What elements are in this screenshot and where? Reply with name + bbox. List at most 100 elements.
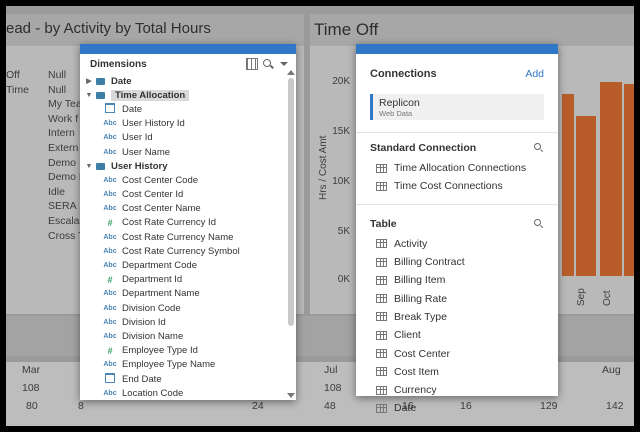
y-tick: 5K — [337, 226, 350, 237]
panel-accent-bar — [80, 44, 296, 54]
y-tick: 15K — [332, 126, 350, 137]
view-grid-icon[interactable] — [246, 58, 258, 70]
table-item[interactable]: Cost Item — [356, 363, 558, 381]
table-item[interactable]: Date — [356, 399, 558, 417]
month-label: Oct — [602, 290, 613, 306]
dimension-field[interactable]: Abc Division Code — [80, 301, 285, 315]
connections-title: Connections — [370, 68, 437, 80]
dimension-label: Department Name — [122, 288, 200, 300]
table-item[interactable]: Currency — [356, 381, 558, 399]
table-label: Date — [394, 402, 417, 415]
table-label: Activity — [394, 237, 428, 250]
table-label: Break Type — [394, 310, 447, 323]
string-type-icon: Abc — [103, 290, 117, 298]
dimension-label: Cost Rate Currency Symbol — [122, 245, 240, 257]
bar-mark — [562, 94, 574, 276]
dimension-field[interactable]: Abc User Name — [80, 145, 285, 159]
screenshot-frame: ead - by Activity by Total Hours Off Time… — [6, 6, 634, 426]
folder-icon — [96, 77, 105, 85]
dimensions-scrollbar[interactable] — [288, 78, 294, 326]
dimension-field[interactable]: Abc Division Id — [80, 315, 285, 329]
collapse-arrow-icon[interactable]: ▼ — [84, 92, 94, 99]
dimension-label: Date — [122, 103, 143, 115]
dimension-field[interactable]: Abc Department Name — [80, 287, 285, 301]
table-cell: 108 — [324, 382, 342, 394]
dropdown-caret-icon[interactable] — [278, 58, 290, 70]
table-label: Billing Item — [394, 274, 446, 287]
dimension-field[interactable]: Abc Cost Center Id — [80, 188, 285, 202]
dimension-field[interactable]: Abc Cost Rate Currency Symbol — [80, 244, 285, 258]
table-label: Billing Rate — [394, 292, 448, 305]
dimensions-list: ▶ Date ▼ Time Allocation Date Abc User History… — [80, 74, 285, 398]
dimension-label: Location Code — [122, 387, 184, 398]
table-item[interactable]: Cost Center — [356, 344, 558, 362]
dimension-label: Date — [111, 75, 132, 87]
table-item[interactable]: Activity — [356, 235, 558, 253]
string-type-icon: Abc — [103, 148, 117, 156]
divider — [356, 132, 558, 133]
dimension-field[interactable]: Abc User History Id — [80, 117, 285, 131]
divider — [356, 203, 558, 205]
data-source-replicon[interactable]: Replicon Web Data — [370, 94, 544, 120]
table-item[interactable]: Client — [356, 326, 558, 344]
number-type-icon: # — [107, 217, 113, 228]
y-tick: 0K — [337, 274, 350, 285]
string-type-icon: Abc — [103, 318, 117, 326]
table-label: Time Allocation Connections — [394, 162, 527, 175]
dimension-label: Cost Center Code — [122, 174, 199, 186]
standard-connection-item[interactable]: Time Allocation Connections — [356, 159, 558, 177]
standard-connection-item[interactable]: Time Cost Connections — [356, 177, 558, 195]
table-icon — [376, 312, 387, 322]
dimension-field[interactable]: Abc Department Code — [80, 258, 285, 272]
dimension-field[interactable]: End Date — [80, 372, 285, 386]
dimension-field[interactable]: # Employee Type Id — [80, 344, 285, 358]
panel-accent-bar — [356, 44, 558, 54]
search-icon[interactable] — [534, 218, 544, 229]
table-cell: 108 — [22, 382, 40, 394]
dimension-field[interactable]: Abc User Id — [80, 131, 285, 145]
dimension-field[interactable]: # Department Id — [80, 273, 285, 287]
table-label: Currency — [394, 384, 437, 397]
search-icon[interactable] — [262, 58, 274, 70]
dimension-label: Cost Center Id — [122, 189, 184, 201]
dimension-label: Time Allocation — [111, 89, 190, 101]
add-connection-link[interactable]: Add — [525, 68, 544, 80]
dimension-folder[interactable]: ▼ User History — [80, 159, 285, 173]
table-item[interactable]: Break Type — [356, 308, 558, 326]
table-label: Client — [394, 329, 421, 342]
table-icon — [376, 367, 387, 377]
dimension-label: Employee Type Id — [122, 345, 198, 357]
table-icon — [376, 385, 387, 395]
table-cell: 142 — [606, 400, 624, 412]
table-item[interactable]: Billing Contract — [356, 253, 558, 271]
scroll-up-arrow-icon[interactable] — [287, 70, 295, 75]
scroll-down-arrow-icon[interactable] — [287, 393, 295, 398]
dimension-label: User Name — [122, 146, 171, 158]
table-cell: 48 — [324, 400, 336, 412]
search-icon[interactable] — [534, 143, 544, 153]
dimension-label: User History Id — [122, 118, 185, 130]
dimension-field[interactable]: Date — [80, 102, 285, 116]
dimension-field[interactable]: Abc Cost Rate Currency Name — [80, 230, 285, 244]
number-type-icon: # — [107, 345, 113, 356]
dimension-field[interactable]: # Cost Rate Currency Id — [80, 216, 285, 230]
collapse-arrow-icon[interactable]: ▼ — [84, 163, 94, 170]
connections-header: Connections Add — [356, 54, 558, 94]
string-type-icon: Abc — [103, 191, 117, 199]
dimension-folder[interactable]: ▼ Time Allocation — [80, 88, 285, 102]
data-source-type: Web Data — [379, 109, 413, 118]
dimension-label: User Id — [122, 132, 153, 144]
table-item[interactable]: Billing Item — [356, 271, 558, 289]
table-label: Cost Center — [394, 347, 451, 360]
dimension-folder[interactable]: ▶ Date — [80, 74, 285, 88]
dimension-field[interactable]: Abc Division Name — [80, 329, 285, 343]
dimension-label: User History — [111, 160, 168, 172]
table-item[interactable]: Billing Rate — [356, 289, 558, 307]
table-icon — [376, 163, 387, 173]
dimension-field[interactable]: Abc Cost Center Code — [80, 173, 285, 187]
dimension-field[interactable]: Abc Location Code — [80, 386, 285, 398]
table-label: Time Cost Connections — [394, 180, 503, 193]
dimension-field[interactable]: Abc Employee Type Name — [80, 358, 285, 372]
expand-arrow-icon[interactable]: ▶ — [84, 77, 94, 85]
dimension-field[interactable]: Abc Cost Center Name — [80, 202, 285, 216]
